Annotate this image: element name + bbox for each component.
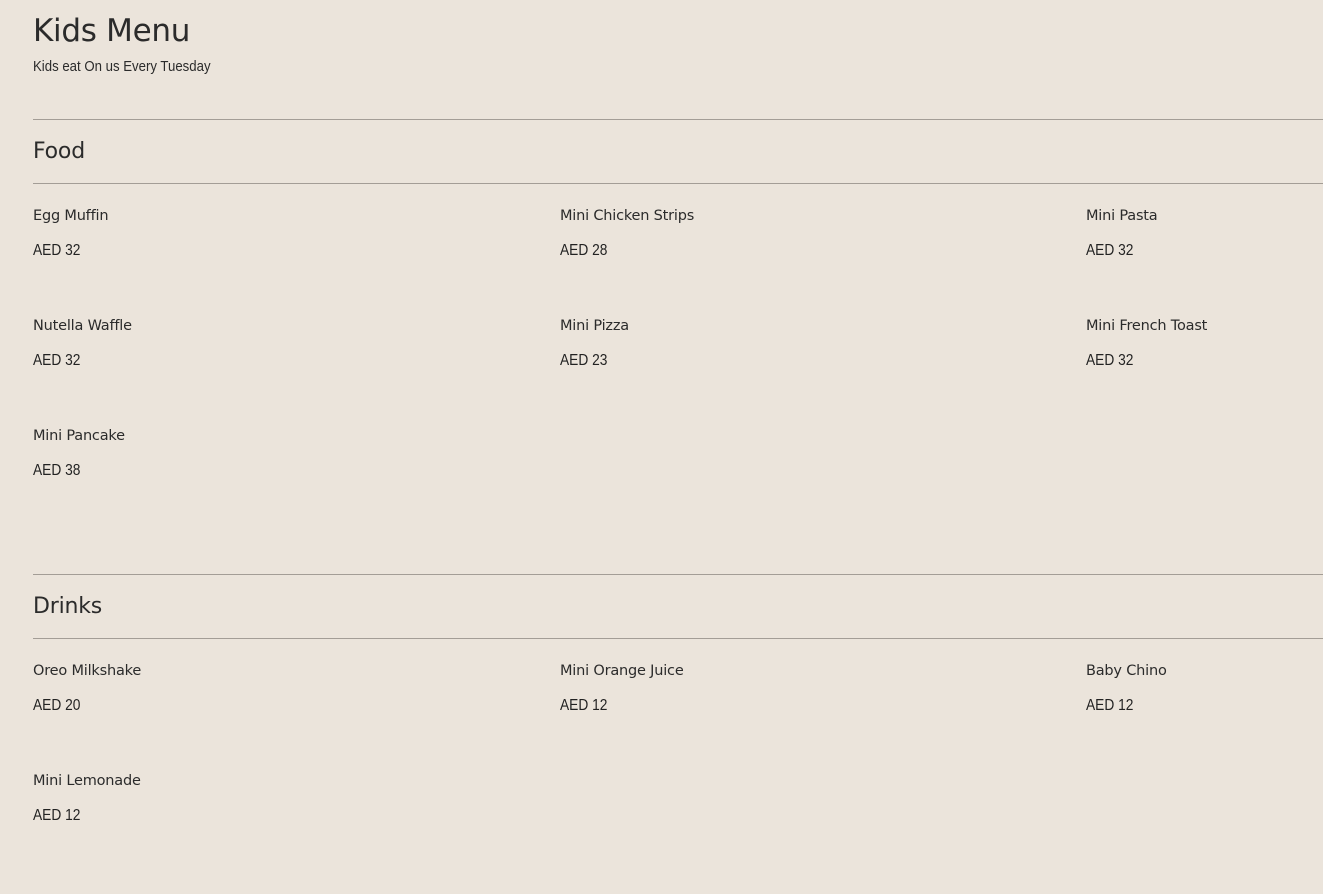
item-name: Mini Pizza [560, 318, 629, 334]
menu-item-mini-french-toast: Mini French Toast AED 32 [1086, 316, 1323, 371]
menu-item-mini-pancake: Mini Pancake AED 38 [33, 426, 533, 481]
item-price: AED 32 [1086, 352, 1134, 369]
item-name: Mini Lemonade [33, 773, 141, 789]
menu-item-mini-pasta: Mini Pasta AED 32 [1086, 206, 1323, 261]
drinks-section: Drinks Oreo Milkshake AED 20 Mini Orange… [33, 574, 1323, 824]
item-price: AED 12 [560, 697, 608, 714]
item-price: AED 23 [560, 352, 608, 369]
item-price: AED 20 [33, 697, 81, 714]
menu-item-mini-chicken-strips: Mini Chicken Strips AED 28 [560, 206, 1060, 261]
item-name: Mini Chicken Strips [560, 208, 695, 224]
section-title-food: Food [33, 139, 85, 164]
item-price: AED 12 [33, 807, 81, 824]
kids-menu-page: Kids Menu Kids eat On us Every Tuesday F… [33, 0, 1323, 894]
item-price: AED 32 [1086, 242, 1134, 259]
item-name: Mini Orange Juice [560, 663, 684, 679]
section-divider-bottom [33, 183, 1323, 184]
item-price: AED 38 [33, 462, 81, 479]
menu-item-mini-lemonade: Mini Lemonade AED 12 [33, 771, 533, 826]
menu-item-baby-chino: Baby Chino AED 12 [1086, 661, 1323, 716]
item-name: Baby Chino [1086, 663, 1167, 679]
section-title-drinks: Drinks [33, 594, 103, 619]
section-divider-bottom [33, 638, 1323, 639]
item-price: AED 32 [33, 242, 81, 259]
menu-item-oreo-milkshake: Oreo Milkshake AED 20 [33, 661, 533, 716]
item-name: Egg Muffin [33, 208, 109, 224]
menu-subtitle: Kids eat On us Every Tuesday [33, 58, 211, 75]
menu-item-nutella-waffle: Nutella Waffle AED 32 [33, 316, 533, 371]
item-name: Mini French Toast [1086, 318, 1208, 334]
menu-item-egg-muffin: Egg Muffin AED 32 [33, 206, 533, 261]
food-section: Food Egg Muffin AED 32 Mini Chicken Stri… [33, 119, 1323, 479]
item-price: AED 12 [1086, 697, 1134, 714]
menu-item-mini-pizza: Mini Pizza AED 23 [560, 316, 1060, 371]
item-name: Mini Pancake [33, 428, 125, 444]
item-name: Nutella Waffle [33, 318, 132, 334]
item-name: Oreo Milkshake [33, 663, 142, 679]
item-name: Mini Pasta [1086, 208, 1158, 224]
item-price: AED 28 [560, 242, 608, 259]
menu-item-mini-orange-juice: Mini Orange Juice AED 12 [560, 661, 1060, 716]
menu-title: Kids Menu [33, 13, 191, 49]
item-price: AED 32 [33, 352, 81, 369]
